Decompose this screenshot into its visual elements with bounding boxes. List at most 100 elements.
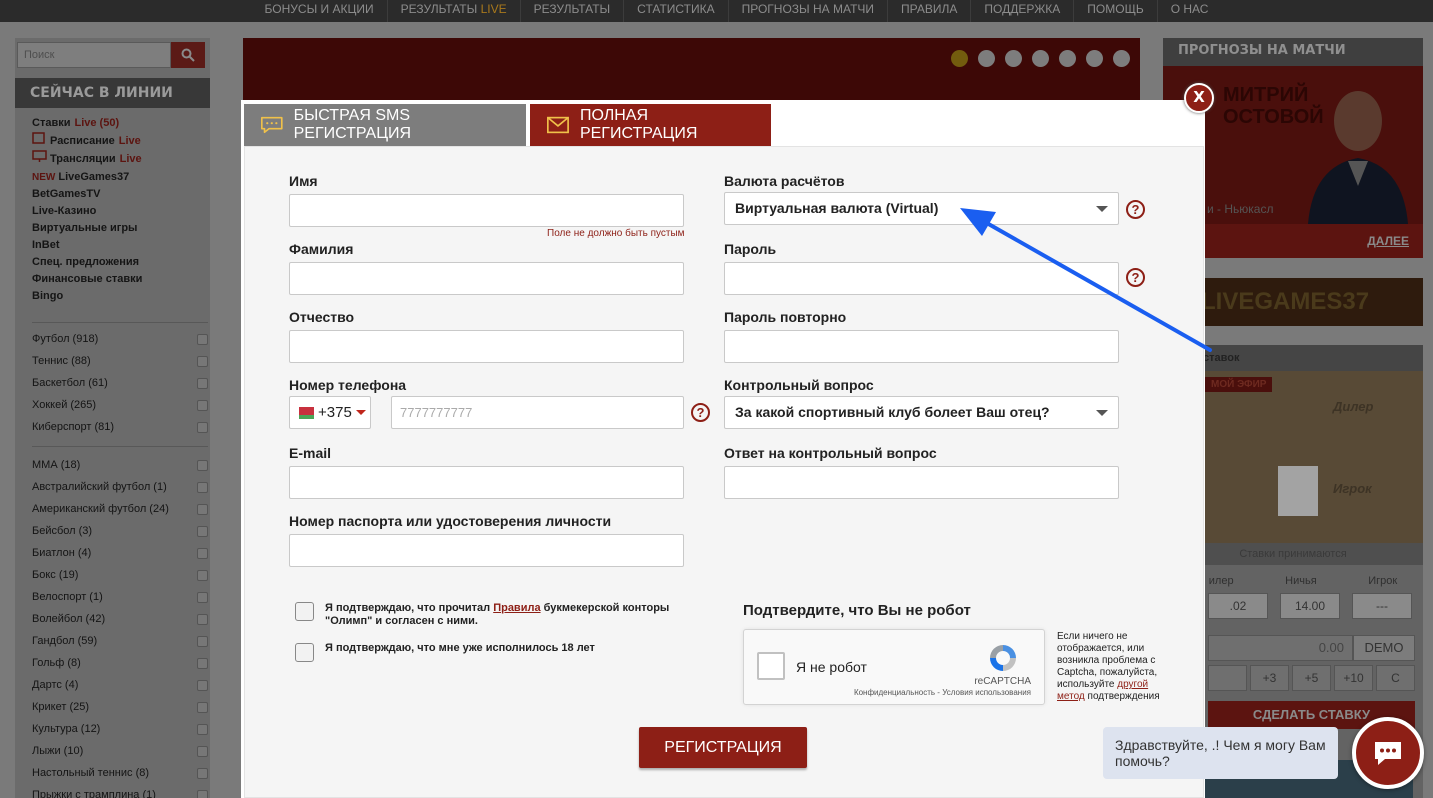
nav-statistics[interactable]: СТАТИСТИКА <box>624 0 729 22</box>
checkbox[interactable] <box>197 745 208 757</box>
search-input[interactable]: Поиск <box>17 42 171 68</box>
list-item[interactable]: Лыжи (10) <box>32 740 208 762</box>
register-button[interactable]: РЕГИСТРАЦИЯ <box>639 727 807 768</box>
checkbox[interactable] <box>197 333 208 345</box>
list-item[interactable]: ММА (18) <box>32 454 208 476</box>
pagination-dot[interactable] <box>1005 50 1022 67</box>
list-item[interactable]: Баскетбол (61) <box>32 372 208 394</box>
promo-banner[interactable] <box>243 38 1140 100</box>
demo-button[interactable]: DEMO <box>1353 635 1415 661</box>
pagination-dot[interactable] <box>1059 50 1076 67</box>
password-field[interactable] <box>724 262 1119 295</box>
checkbox[interactable] <box>197 481 208 493</box>
email-field[interactable] <box>289 466 684 499</box>
checkbox[interactable] <box>197 613 208 625</box>
list-item[interactable]: Киберспорт (81) <box>32 416 208 438</box>
checkbox[interactable] <box>197 525 208 537</box>
checkbox[interactable] <box>197 399 208 411</box>
checkbox[interactable] <box>197 591 208 603</box>
quick-stake-button[interactable] <box>1208 665 1247 691</box>
nav-rules[interactable]: ПРАВИЛА <box>888 0 972 22</box>
stake-input[interactable]: 0.00 <box>1208 635 1353 661</box>
sidebar-item-financial-bets[interactable]: Финансовые ставки <box>32 271 207 288</box>
nav-bonuses[interactable]: БОНУСЫ И АКЦИИ <box>252 0 388 22</box>
list-item[interactable]: Бейсбол (3) <box>32 520 208 542</box>
list-item[interactable]: Футбол (918) <box>32 328 208 350</box>
checkbox[interactable] <box>197 723 208 735</box>
security-question-select[interactable]: За какой спортивный клуб болеет Ваш отец… <box>724 396 1119 429</box>
nav-results[interactable]: РЕЗУЛЬТАТЫ <box>521 0 625 22</box>
list-item[interactable]: Гандбол (59) <box>32 630 208 652</box>
list-item[interactable]: Велоспорт (1) <box>32 586 208 608</box>
currency-select[interactable]: Виртуальная валюта (Virtual) <box>724 192 1119 225</box>
nav-predictions[interactable]: ПРОГНОЗЫ НА МАТЧИ <box>729 0 889 22</box>
list-item[interactable]: Культура (12) <box>32 718 208 740</box>
sidebar-item-streams-live[interactable]: Трансляции Live <box>32 150 207 169</box>
checkbox[interactable] <box>197 657 208 669</box>
sidebar-item-schedule-live[interactable]: Расписание Live <box>32 132 207 150</box>
tab-sms-registration[interactable]: БЫСТРАЯ SMS РЕГИСТРАЦИЯ <box>244 104 526 146</box>
list-item[interactable]: Дартс (4) <box>32 674 208 696</box>
sidebar-item-bingo[interactable]: Bingo <box>32 288 207 305</box>
pagination-dot[interactable] <box>1032 50 1049 67</box>
sidebar-item-betgamestv[interactable]: BetGamesTV <box>32 186 207 203</box>
list-item[interactable]: Бокс (19) <box>32 564 208 586</box>
quick-stake-button[interactable]: +10 <box>1334 665 1373 691</box>
checkbox[interactable] <box>197 421 208 433</box>
chat-open-button[interactable] <box>1352 717 1424 789</box>
odd-button[interactable]: 14.00 <box>1280 593 1340 619</box>
odd-button[interactable]: --- <box>1352 593 1412 619</box>
chat-greeting-bubble[interactable]: Здравствуйте, .! Чем я могу Вам помочь? <box>1103 727 1338 779</box>
help-icon[interactable]: ? <box>691 403 710 422</box>
checkbox[interactable] <box>197 547 208 559</box>
odd-button[interactable]: .02 <box>1208 593 1268 619</box>
checkbox[interactable] <box>197 767 208 779</box>
sidebar-item-live-casino[interactable]: Live-Казино <box>32 203 207 220</box>
checkbox[interactable] <box>197 569 208 581</box>
rules-checkbox[interactable] <box>295 602 314 621</box>
search-button[interactable] <box>171 42 205 68</box>
pagination-dot[interactable] <box>951 50 968 67</box>
nav-results-live[interactable]: РЕЗУЛЬТАТЫ LIVE <box>388 0 521 22</box>
list-item[interactable]: Австралийский футбол (1) <box>32 476 208 498</box>
security-answer-field[interactable] <box>724 466 1119 499</box>
checkbox[interactable] <box>197 503 208 515</box>
sidebar-item-livegames37[interactable]: NEW LiveGames37 <box>32 169 207 186</box>
tab-full-registration[interactable]: ПОЛНАЯ РЕГИСТРАЦИЯ <box>530 104 771 146</box>
nav-about[interactable]: О НАС <box>1158 0 1222 22</box>
list-item[interactable]: Биатлон (4) <box>32 542 208 564</box>
recaptcha-privacy[interactable]: Конфиденциальность - Условия использован… <box>854 688 1031 697</box>
clear-button[interactable]: C <box>1376 665 1415 691</box>
pagination-dot[interactable] <box>978 50 995 67</box>
checkbox[interactable] <box>197 789 208 798</box>
nav-help[interactable]: ПОМОЩЬ <box>1074 0 1158 22</box>
checkbox[interactable] <box>197 459 208 471</box>
nav-support[interactable]: ПОДДЕРЖКА <box>971 0 1075 22</box>
quick-stake-button[interactable]: +3 <box>1250 665 1289 691</box>
country-code-select[interactable]: +375 <box>289 396 371 429</box>
list-item[interactable]: Американский футбол (24) <box>32 498 208 520</box>
sidebar-item-bets-live[interactable]: Ставки Live (50) <box>32 115 207 132</box>
sidebar-item-virtual-games[interactable]: Виртуальные игры <box>32 220 207 237</box>
passport-field[interactable] <box>289 534 684 567</box>
password-repeat-field[interactable] <box>724 330 1119 363</box>
checkbox[interactable] <box>197 701 208 713</box>
list-item[interactable]: Крикет (25) <box>32 696 208 718</box>
close-modal-button[interactable]: X <box>1184 83 1214 113</box>
pagination-dot[interactable] <box>1113 50 1130 67</box>
list-item[interactable]: Волейбол (42) <box>32 608 208 630</box>
list-item[interactable]: Прыжки с трамплина (1) <box>32 784 208 798</box>
rules-link[interactable]: Правила <box>493 602 540 614</box>
last-name-field[interactable] <box>289 262 684 295</box>
quick-stake-button[interactable]: +5 <box>1292 665 1331 691</box>
list-item[interactable]: Теннис (88) <box>32 350 208 372</box>
recaptcha-checkbox[interactable] <box>757 652 785 680</box>
pagination-dot[interactable] <box>1086 50 1103 67</box>
checkbox[interactable] <box>197 355 208 367</box>
help-icon[interactable]: ? <box>1126 200 1145 219</box>
checkbox[interactable] <box>197 635 208 647</box>
age-checkbox[interactable] <box>295 643 314 662</box>
first-name-field[interactable] <box>289 194 684 227</box>
checkbox[interactable] <box>197 679 208 691</box>
patronymic-field[interactable] <box>289 330 684 363</box>
